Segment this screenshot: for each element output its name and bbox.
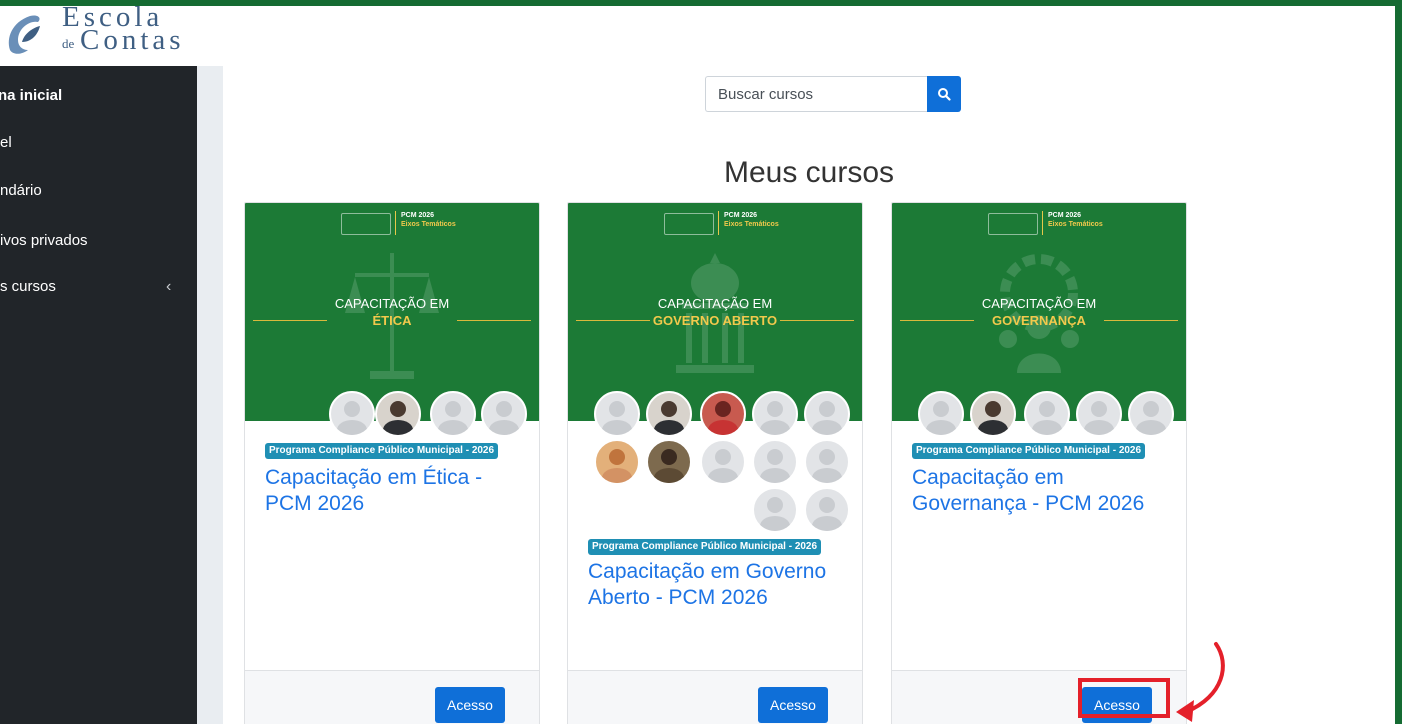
sidebar-item-label: ndário xyxy=(0,182,42,199)
avatar xyxy=(594,439,640,485)
search-icon xyxy=(938,88,951,101)
card-footer: Acesso xyxy=(568,670,862,724)
program-logo xyxy=(664,213,714,235)
avatar xyxy=(804,487,850,533)
course-card: PCM 2026 Eixos Temáticos CAPACITAÇÃO EM G… xyxy=(891,202,1187,724)
search-button[interactable] xyxy=(927,76,961,112)
page-title: Meus cursos xyxy=(723,156,895,189)
banner-caption: CAPACITAÇÃO EM xyxy=(334,296,450,311)
sidebar-gutter xyxy=(197,66,223,724)
highlight-box xyxy=(1078,678,1170,718)
avatar xyxy=(1076,391,1122,437)
avatar xyxy=(752,439,798,485)
access-button[interactable]: Acesso xyxy=(758,687,828,723)
avatar xyxy=(329,391,375,437)
avatar xyxy=(804,439,850,485)
avatar xyxy=(1024,391,1070,437)
course-card: PCM 2026 Eixos Temáticos CAPACITAÇÃO EM É… xyxy=(244,202,540,724)
program-header-text: PCM 2026 Eixos Temáticos xyxy=(401,212,456,228)
course-card: PCM 2026 Eixos Temáticos CAPACITAÇÃO EM G… xyxy=(567,202,863,724)
site-logo[interactable]: Escola de Contas xyxy=(0,6,230,64)
program-logo xyxy=(341,213,391,235)
sidebar-item-label: s cursos xyxy=(0,278,56,295)
course-banner-image: PCM 2026 Eixos Temáticos CAPACITAÇÃO EM G… xyxy=(568,203,862,421)
avatar xyxy=(375,391,421,437)
program-logo xyxy=(988,213,1038,235)
program-header-text: PCM 2026 Eixos Temáticos xyxy=(724,212,779,228)
avatar xyxy=(752,487,798,533)
sidebar-item-label: el xyxy=(0,134,12,151)
avatar xyxy=(646,439,692,485)
avatar xyxy=(700,439,746,485)
logo-word-contas: Contas xyxy=(80,24,185,56)
sidebar-nav: na inicial el ndário ivos privados s cur… xyxy=(0,66,197,724)
sidebar-item-label: ivos privados xyxy=(0,232,88,249)
course-title-link[interactable]: Capacitação em Ética - PCM 2026 xyxy=(265,465,515,517)
course-banner-image: PCM 2026 Eixos Temáticos CAPACITAÇÃO EM É… xyxy=(245,203,539,421)
search-input[interactable] xyxy=(705,76,927,112)
avatar xyxy=(752,391,798,437)
avatar xyxy=(430,391,476,437)
program-header-text: PCM 2026 Eixos Temáticos xyxy=(1048,212,1103,228)
course-category-badge: Programa Compliance Público Municipal - … xyxy=(265,443,499,459)
logo-mark-icon xyxy=(8,15,40,54)
avatar xyxy=(918,391,964,437)
avatar xyxy=(481,391,527,437)
banner-subject: ÉTICA xyxy=(372,313,412,328)
main-content: Meus cursos PCM 2026Eixos Temáticos CAPA… xyxy=(223,66,1395,724)
logo-word-de: de xyxy=(62,36,75,51)
top-header: Escola de Contas xyxy=(0,6,1395,67)
avatar xyxy=(970,391,1016,437)
course-category-badge: Programa Compliance Público Municipal - … xyxy=(912,443,1146,459)
avatar xyxy=(594,391,640,437)
banner-caption: CAPACITAÇÃO EM xyxy=(657,296,773,311)
banner-subject: GOVERNO ABERTO xyxy=(652,313,778,328)
avatar xyxy=(1128,391,1174,437)
course-title-link[interactable]: Capacitação em Governança - PCM 2026 xyxy=(912,465,1162,517)
browser-page: Escola de Contas na inicial el ndário iv… xyxy=(0,6,1395,724)
course-banner-image: PCM 2026 Eixos Temáticos CAPACITAÇÃO EM G… xyxy=(892,203,1186,421)
avatar xyxy=(646,391,692,437)
sidebar-item-label: na inicial xyxy=(0,87,63,104)
course-title-link[interactable]: Capacitação em Governo Aberto - PCM 2026 xyxy=(588,559,838,611)
chevron-left-icon: ‹ xyxy=(166,278,172,295)
card-footer: Acesso xyxy=(245,670,539,724)
access-button[interactable]: Acesso xyxy=(435,687,505,723)
avatar xyxy=(804,391,850,437)
banner-caption: CAPACITAÇÃO EM xyxy=(981,296,1097,311)
course-search xyxy=(705,76,961,114)
sidebar-item-my-courses[interactable]: s cursos ‹ xyxy=(0,272,197,302)
course-category-badge: Programa Compliance Público Municipal - … xyxy=(588,539,822,555)
annotation-arrow-icon xyxy=(1176,642,1225,722)
avatar xyxy=(700,391,746,437)
banner-subject: GOVERNANÇA xyxy=(992,313,1086,328)
